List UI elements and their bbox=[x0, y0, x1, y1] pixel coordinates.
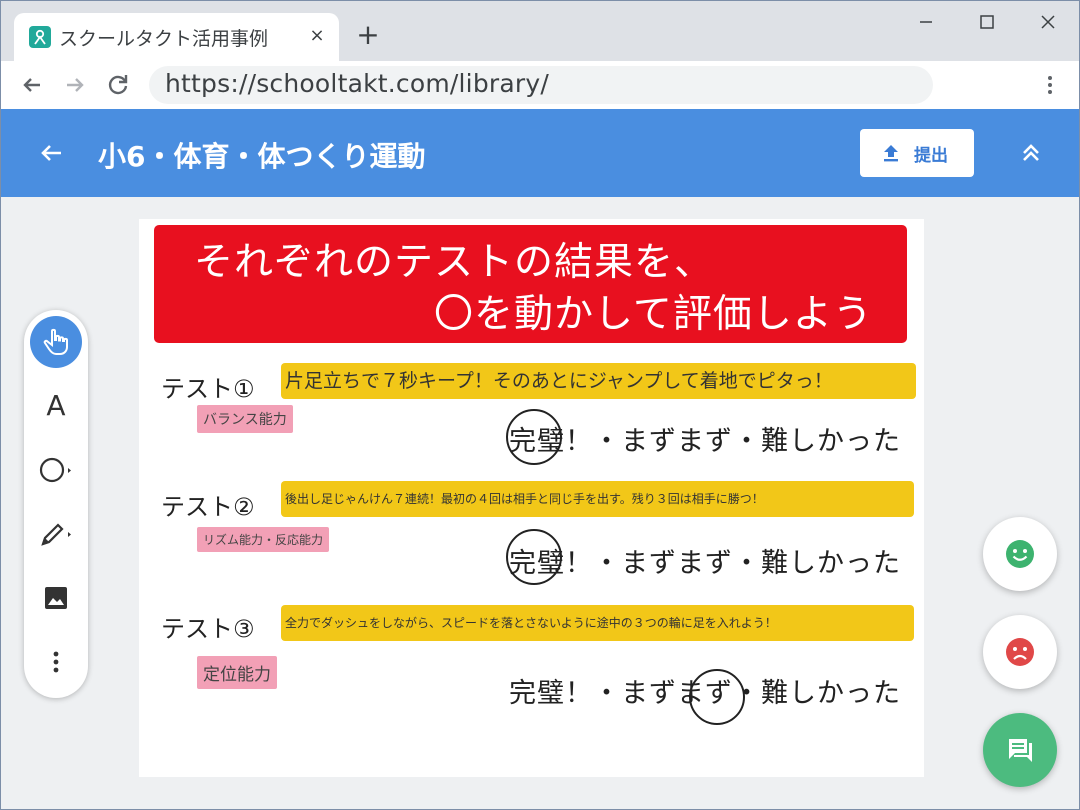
shape-tool-button[interactable] bbox=[30, 444, 82, 496]
shape-icon bbox=[39, 457, 71, 483]
back-arrow-icon[interactable] bbox=[35, 137, 67, 169]
browser-menu-icon[interactable] bbox=[1034, 69, 1066, 101]
frown-reaction-button[interactable] bbox=[983, 615, 1057, 689]
pen-icon bbox=[41, 523, 71, 546]
test-3-ability-tag: 定位能力 bbox=[197, 656, 277, 689]
submit-label: 提出 bbox=[914, 146, 948, 165]
test-1-description: 片足立ちで７秒キープ！そのあとにジャンプして着地でピタっ！ bbox=[281, 363, 916, 399]
pen-tool-button[interactable] bbox=[30, 508, 82, 560]
new-tab-button[interactable]: + bbox=[353, 21, 383, 51]
test-2-description: 後出し足じゃんけん７連続！最初の４回は相手と同じ手を出す。残り３回は相手に勝つ！ bbox=[281, 481, 914, 517]
chat-button[interactable] bbox=[983, 713, 1057, 787]
text-tool-button[interactable]: A bbox=[30, 380, 82, 432]
minimize-icon[interactable] bbox=[906, 7, 946, 37]
image-tool-button[interactable] bbox=[30, 572, 82, 624]
pointer-tool-button[interactable] bbox=[30, 316, 82, 368]
page-title: 小6・体育・体つくり運動 bbox=[98, 140, 426, 173]
banner-line-2: 〇を動かして評価しよう bbox=[434, 292, 873, 337]
test-1-rating-options: 完璧！・まずまず・難しかった bbox=[509, 426, 901, 457]
test-2-ability-tag: リズム能力・反応能力 bbox=[197, 527, 330, 552]
browser-tab[interactable]: スクールタクト活用事例 × bbox=[14, 13, 339, 61]
app-header: 小6・体育・体つくり運動 提出 bbox=[1, 109, 1079, 197]
upload-icon bbox=[880, 142, 902, 167]
drawing-toolbar: A bbox=[24, 310, 88, 698]
test-3-selection-circle[interactable] bbox=[689, 669, 745, 725]
test-3-label: テスト③ bbox=[161, 615, 255, 643]
reload-icon[interactable] bbox=[102, 69, 134, 101]
banner-line-1: それぞれのテストの結果を、 bbox=[194, 240, 715, 285]
more-tools-button[interactable] bbox=[30, 636, 82, 688]
tab-close-icon[interactable]: × bbox=[304, 23, 330, 49]
window-close-icon[interactable] bbox=[1028, 7, 1068, 37]
address-bar[interactable]: https://schooltakt.com/library/ bbox=[149, 66, 933, 104]
maximize-icon[interactable] bbox=[967, 7, 1007, 37]
tab-title: スクールタクト活用事例 bbox=[59, 28, 269, 50]
instruction-banner: それぞれのテストの結果を、 〇を動かして評価しよう bbox=[154, 225, 907, 343]
url-text[interactable]: https://schooltakt.com/library/ bbox=[165, 69, 549, 98]
test-2-selection-circle[interactable] bbox=[506, 529, 562, 585]
worksheet-card[interactable]: それぞれのテストの結果を、 〇を動かして評価しよう テスト① 片足立ちで７秒キー… bbox=[139, 219, 924, 777]
test-2-label: テスト② bbox=[161, 493, 255, 521]
test-1-ability-tag: バランス能力 bbox=[197, 405, 293, 433]
submit-button[interactable]: 提出 bbox=[860, 129, 974, 177]
frown-icon bbox=[1006, 638, 1034, 666]
test-3-description: 全力でダッシュをしながら、スピードを落とさないように途中の３つの輪に足を入れよう… bbox=[281, 605, 914, 641]
more-icon bbox=[53, 651, 59, 673]
image-icon bbox=[45, 587, 67, 609]
test-2-rating-options: 完璧！・まずまず・難しかった bbox=[509, 548, 901, 579]
pointer-icon bbox=[43, 328, 68, 355]
smile-icon bbox=[1006, 540, 1034, 568]
navigation-bar: https://schooltakt.com/library/ bbox=[1, 61, 1079, 109]
smile-reaction-button[interactable] bbox=[983, 517, 1057, 591]
forward-arrow-icon[interactable] bbox=[59, 69, 91, 101]
browser-window: スクールタクト活用事例 × + https://schooltakt.com/l… bbox=[0, 0, 1080, 810]
text-icon: A bbox=[46, 389, 66, 422]
workspace: それぞれのテストの結果を、 〇を動かして評価しよう テスト① 片足立ちで７秒キー… bbox=[1, 197, 1079, 809]
double-chevron-up-icon[interactable] bbox=[1015, 137, 1047, 169]
chat-icon bbox=[1009, 739, 1032, 762]
test-1-label: テスト① bbox=[161, 375, 255, 403]
test-1-selection-circle[interactable] bbox=[506, 409, 562, 465]
tab-strip: スクールタクト活用事例 × + bbox=[1, 1, 1079, 61]
back-arrow-icon[interactable] bbox=[16, 69, 48, 101]
schooltakt-favicon-icon bbox=[29, 26, 51, 48]
